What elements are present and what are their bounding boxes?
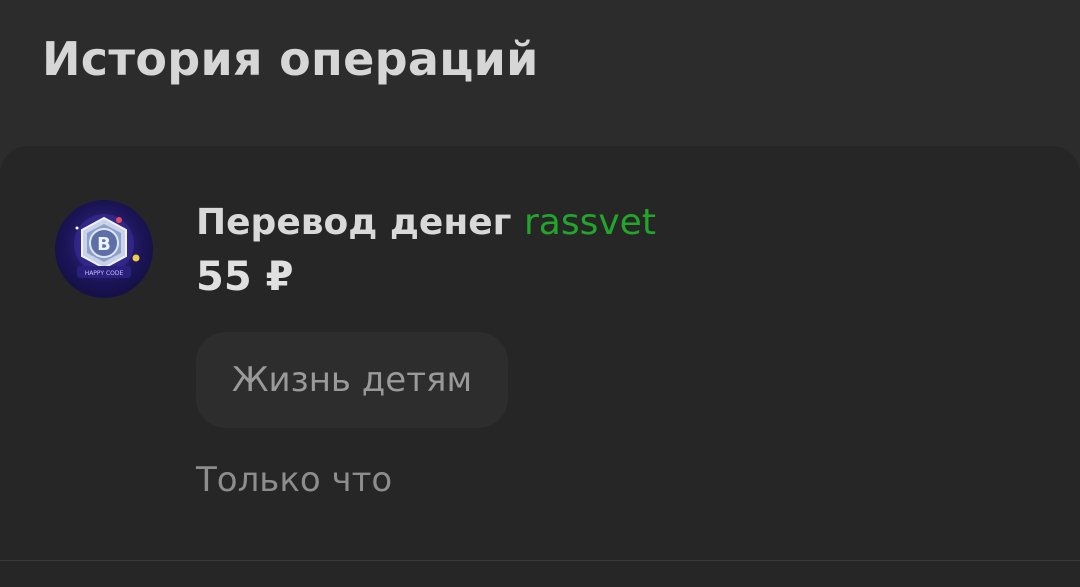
operation-tag-chip[interactable]: Жизнь детям (196, 332, 508, 428)
avatar-caption: HAPPY CODE (85, 270, 124, 277)
operation-type-label: Перевод денег (196, 202, 512, 243)
next-card-edge (0, 561, 1080, 587)
avatar: B HAPPY CODE (55, 200, 153, 298)
bitcoin-coin-icon: B HAPPY CODE (74, 214, 140, 278)
operation-timestamp: Только что (196, 460, 393, 500)
recipient-name[interactable]: rassvet (524, 202, 656, 243)
operations-history-screen: История операций B HAPPY CODE Перевод де… (0, 0, 1080, 587)
svg-text:B: B (97, 234, 111, 255)
page-title: История операций (42, 32, 539, 86)
operation-title: Перевод денег rassvet (196, 202, 656, 243)
operation-amount: 55 ₽ (196, 254, 294, 300)
operation-card[interactable]: B HAPPY CODE Перевод денег rassvet 55 ₽ … (0, 146, 1080, 560)
